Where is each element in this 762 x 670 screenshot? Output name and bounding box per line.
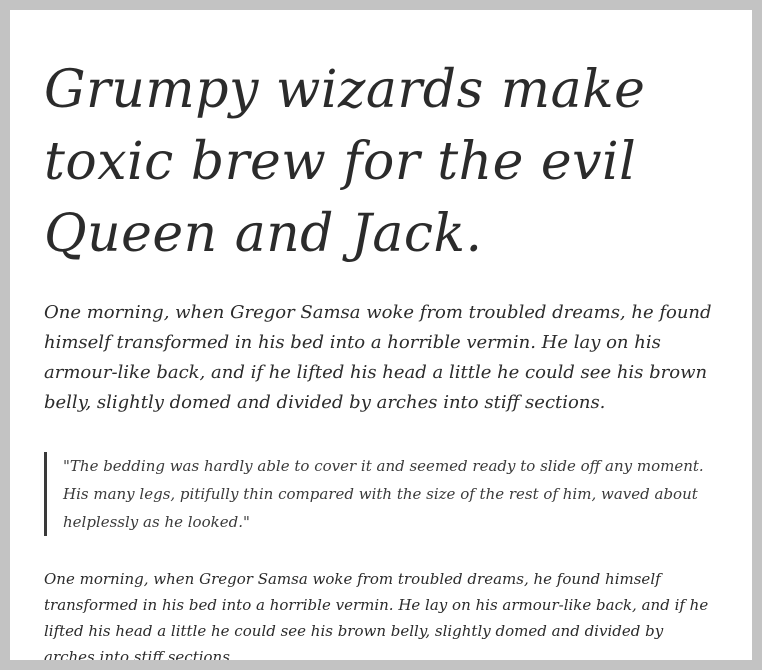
headline: Grumpy wizards make toxic brew for the e… [44,60,646,264]
document-page: Grumpy wizards make toxic brew for the e… [10,10,752,660]
blockquote: "The bedding was hardly able to cover it… [44,452,716,536]
body-paragraph-large: One morning, when Gregor Samsa woke from… [44,302,712,413]
body-paragraph-small: One morning, when Gregor Samsa woke from… [44,570,709,660]
